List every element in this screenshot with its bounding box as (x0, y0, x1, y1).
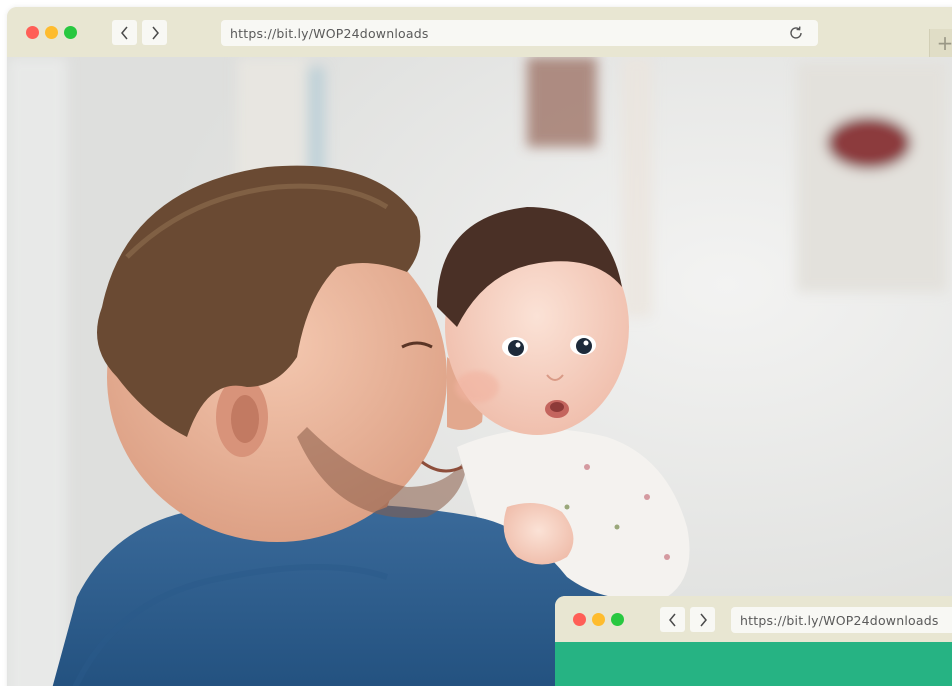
browser-window-secondary: https://bit.ly/WOP24downloads (555, 596, 952, 686)
forward-button[interactable] (142, 20, 167, 45)
new-tab-button[interactable]: + (929, 29, 952, 57)
green-content-area (555, 642, 952, 686)
browser-toolbar-secondary: https://bit.ly/WOP24downloads (555, 596, 952, 642)
window-controls (26, 26, 77, 39)
browser-window-main: https://bit.ly/WOP24downloads + (7, 7, 952, 686)
address-bar[interactable]: https://bit.ly/WOP24downloads (731, 607, 952, 633)
chevron-left-icon (120, 26, 128, 39)
chevron-left-icon (668, 613, 676, 626)
browser-toolbar: https://bit.ly/WOP24downloads (7, 7, 952, 57)
back-button[interactable] (112, 20, 137, 45)
minimize-window-button[interactable] (592, 613, 605, 626)
father-and-baby-illustration (7, 57, 952, 686)
address-bar[interactable]: https://bit.ly/WOP24downloads (221, 20, 818, 46)
window-controls-secondary (573, 613, 624, 626)
maximize-window-button[interactable] (611, 613, 624, 626)
reload-icon[interactable] (788, 25, 804, 41)
maximize-window-button[interactable] (64, 26, 77, 39)
forward-button[interactable] (690, 607, 715, 632)
url-text: https://bit.ly/WOP24downloads (230, 25, 429, 41)
back-button[interactable] (660, 607, 685, 632)
chevron-right-icon (151, 26, 159, 39)
close-window-button[interactable] (573, 613, 586, 626)
minimize-window-button[interactable] (45, 26, 58, 39)
hero-photo (7, 57, 952, 686)
plus-icon: + (936, 31, 952, 55)
url-text: https://bit.ly/WOP24downloads (740, 612, 939, 628)
chevron-right-icon (699, 613, 707, 626)
close-window-button[interactable] (26, 26, 39, 39)
screen: https://bit.ly/WOP24downloads + https://… (0, 0, 952, 686)
